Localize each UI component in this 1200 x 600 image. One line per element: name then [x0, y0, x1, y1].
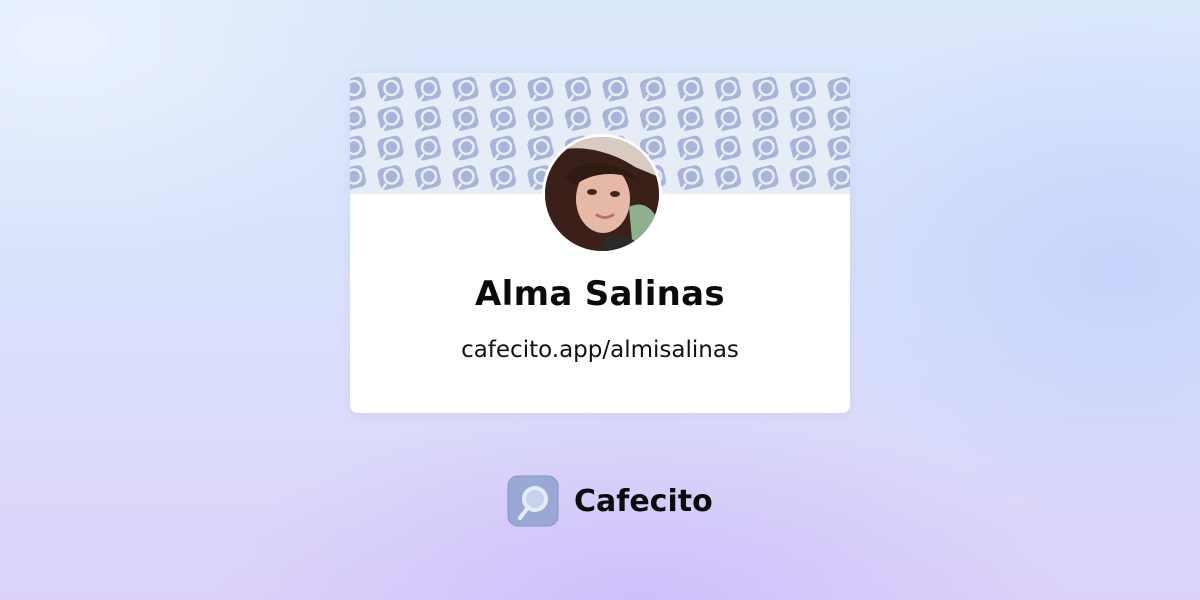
profile-url[interactable]: cafecito.app/almisalinas — [350, 337, 850, 363]
brand[interactable]: Cafecito — [506, 474, 713, 528]
brand-name: Cafecito — [574, 483, 713, 519]
profile-avatar — [542, 134, 662, 254]
coffee-cup-logo-icon — [507, 475, 559, 527]
profile-name: Alma Salinas — [475, 274, 725, 314]
